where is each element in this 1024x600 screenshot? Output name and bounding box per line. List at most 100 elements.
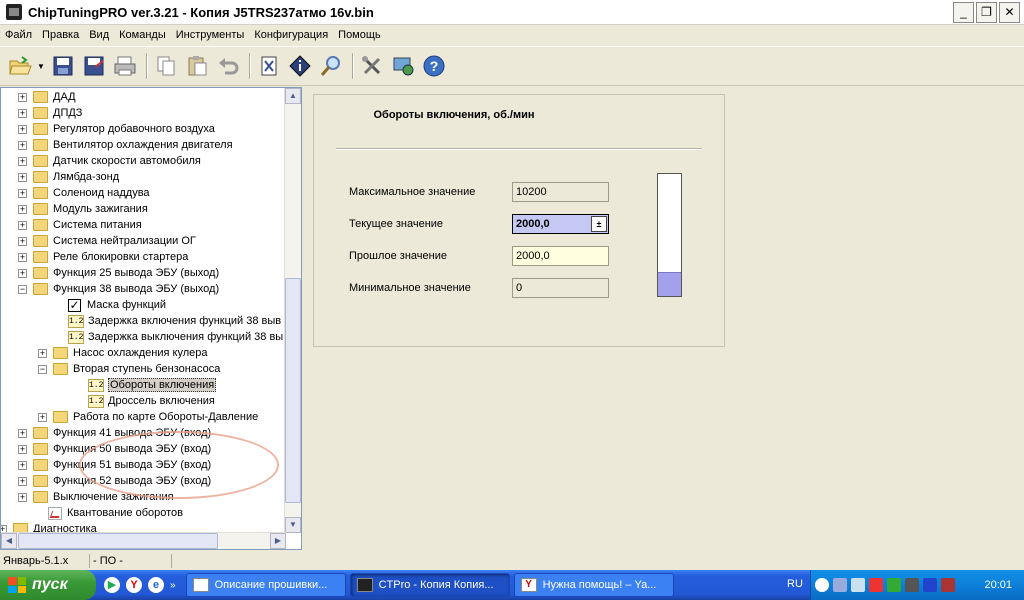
scroll-thumb[interactable]	[285, 278, 301, 503]
tree-item[interactable]: − Вторая ступень бензонасоса	[38, 361, 220, 377]
expand-icon[interactable]: +	[18, 188, 27, 198]
tree-vertical-scrollbar[interactable]: ▲ ▼	[284, 88, 301, 533]
menu-file[interactable]: Файл	[0, 29, 37, 41]
task-firmware-description[interactable]: Описание прошивки...	[185, 573, 346, 597]
expand-icon[interactable]: +	[18, 236, 27, 246]
menu-commands[interactable]: Команды	[114, 29, 171, 41]
tray-green-icon[interactable]	[887, 578, 901, 592]
info-button[interactable]	[286, 51, 314, 81]
open-dropdown-arrow[interactable]: ▼	[37, 62, 45, 71]
network-button[interactable]	[389, 51, 417, 81]
scroll-left-arrow[interactable]: ◀	[1, 533, 17, 549]
help-button[interactable]: ?	[420, 51, 448, 81]
scroll-up-arrow[interactable]: ▲	[285, 88, 301, 104]
expand-icon[interactable]: +	[18, 268, 27, 278]
expand-icon[interactable]: +	[18, 460, 27, 470]
tree-item[interactable]: + Функция 25 вывода ЭБУ (выход)	[18, 265, 219, 281]
collapse-icon[interactable]: −	[38, 364, 47, 374]
expand-icon[interactable]: +	[18, 108, 27, 118]
menu-edit[interactable]: Правка	[37, 29, 84, 41]
expand-icon[interactable]: +	[18, 140, 27, 150]
minimize-button[interactable]: _	[953, 1, 974, 23]
expand-icon[interactable]: +	[18, 428, 27, 438]
save-button[interactable]	[49, 51, 77, 81]
tree-item[interactable]: 1.2 Задержка включения функций 38 выв	[68, 313, 281, 329]
scroll-right-arrow[interactable]: ▶	[270, 533, 286, 549]
expand-icon[interactable]: +	[18, 492, 27, 502]
tree-item[interactable]: + Лямбда-зонд	[18, 169, 119, 185]
expand-icon[interactable]: +	[18, 156, 27, 166]
collapse-icon[interactable]: −	[18, 284, 27, 294]
expand-icon[interactable]: +	[38, 348, 47, 358]
tray-bluetooth-icon[interactable]	[923, 578, 937, 592]
tree-item[interactable]: + Работа по карте Обороты-Давление	[38, 409, 258, 425]
tree-item[interactable]: 1.2 Задержка выключения функций 38 выв	[68, 329, 289, 345]
tray-volume-icon[interactable]	[905, 578, 919, 592]
menu-tools[interactable]: Инструменты	[171, 29, 250, 41]
expand-icon[interactable]: +	[18, 444, 27, 454]
task-yandex-help[interactable]: Y Нужна помощь! – Ya...	[513, 573, 674, 597]
quick-launch-more-icon[interactable]: »	[170, 580, 176, 591]
internet-explorer-icon[interactable]: e	[148, 577, 164, 593]
tree-horizontal-scrollbar[interactable]: ◀ ▶	[1, 532, 286, 549]
h-scroll-thumb[interactable]	[18, 533, 218, 549]
copy-button[interactable]	[152, 51, 180, 81]
expand-icon[interactable]: +	[18, 124, 27, 134]
restore-button[interactable]: ❐	[976, 1, 997, 23]
yandex-browser-icon[interactable]: Y	[126, 577, 142, 593]
open-folder-button[interactable]	[6, 51, 34, 81]
tree-item[interactable]: + Соленоид наддува	[18, 185, 150, 201]
tree-item[interactable]: + Система нейтрализации ОГ	[18, 233, 196, 249]
tree-item[interactable]: + Функция 52 вывода ЭБУ (вход)	[18, 473, 211, 489]
tree-item[interactable]: + Датчик скорости автомобиля	[18, 153, 201, 169]
spin-arrows-icon[interactable]: ±	[591, 216, 607, 232]
tree-item[interactable]: Квантование оборотов	[48, 505, 183, 521]
tray-network-icon[interactable]	[833, 578, 847, 592]
tree-item[interactable]: − Функция 38 вывода ЭБУ (выход)	[18, 281, 219, 297]
tree-item[interactable]: + Функция 51 вывода ЭБУ (вход)	[18, 457, 211, 473]
tray-warning-icon[interactable]	[869, 578, 883, 592]
expand-icon[interactable]: +	[18, 204, 27, 214]
tree-item[interactable]: 1.2 Дроссель включения	[88, 393, 215, 409]
tree-item[interactable]: + Вентилятор охлаждения двигателя	[18, 137, 233, 153]
tray-expand-icon[interactable]	[815, 578, 829, 592]
tree-item[interactable]: + Выключение зажигания	[18, 489, 174, 505]
expand-icon[interactable]: +	[18, 220, 27, 230]
start-button[interactable]: пуск	[0, 570, 96, 600]
tree-item[interactable]: + Функция 50 вывода ЭБУ (вход)	[18, 441, 211, 457]
tools-button[interactable]	[358, 51, 386, 81]
save-as-button[interactable]	[80, 51, 108, 81]
menu-configuration[interactable]: Конфигурация	[249, 29, 333, 41]
tree-item[interactable]: + Система питания	[18, 217, 142, 233]
close-button[interactable]: ✕	[999, 1, 1020, 23]
tree-item[interactable]: + Реле блокировки стартера	[18, 249, 188, 265]
paste-button[interactable]	[183, 51, 211, 81]
menu-help[interactable]: Помощь	[333, 29, 386, 41]
tree-item[interactable]: + ДАД	[18, 89, 76, 105]
expand-icon[interactable]: +	[18, 252, 27, 262]
expand-icon[interactable]: +	[18, 172, 27, 182]
current-value-field[interactable]: 2000,0 ±	[512, 214, 609, 234]
menu-view[interactable]: Вид	[84, 29, 114, 41]
tree-item[interactable]: + ДПДЗ	[18, 105, 82, 121]
expand-icon[interactable]: +	[18, 92, 27, 102]
undo-button[interactable]	[214, 51, 242, 81]
tree-item[interactable]: + Регулятор добавочного воздуха	[18, 121, 215, 137]
parameter-tree[interactable]: + ДАД + ДПДЗ + Регулятор добавочного воздуха +…	[0, 87, 302, 550]
expand-icon[interactable]: +	[18, 476, 27, 486]
tree-item[interactable]: + Функция 41 вывода ЭБУ (вход)	[18, 425, 211, 441]
tray-antivirus-icon[interactable]	[941, 578, 955, 592]
tree-item[interactable]: ✓ Маска функций	[68, 297, 166, 313]
scroll-down-arrow[interactable]: ▼	[285, 517, 301, 533]
search-button[interactable]	[317, 51, 345, 81]
media-player-icon[interactable]: ▶	[104, 577, 120, 593]
document-button[interactable]	[255, 51, 283, 81]
print-button[interactable]	[111, 51, 139, 81]
tree-item[interactable]: + Модуль зажигания	[18, 201, 148, 217]
tree-item[interactable]: 1.2 Обороты включения	[88, 377, 217, 393]
tray-usb-icon[interactable]	[851, 578, 865, 592]
expand-icon[interactable]: +	[38, 412, 47, 422]
task-ctpro[interactable]: CTPro - Копия Копия...	[349, 573, 510, 597]
language-indicator[interactable]: RU	[787, 578, 803, 590]
tree-item[interactable]: + Насос охлаждения кулера	[38, 345, 207, 361]
